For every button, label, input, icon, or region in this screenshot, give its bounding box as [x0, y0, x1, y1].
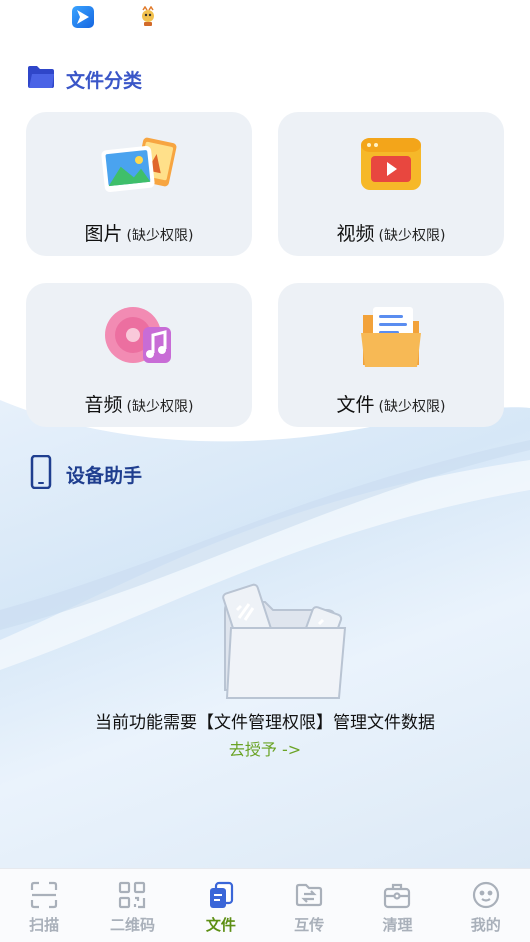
nav-label: 我的: [470, 916, 501, 934]
mascot-app-icon: [137, 5, 159, 28]
nav-item-qrcode[interactable]: 二维码: [88, 869, 176, 942]
nav-label: 互传: [294, 916, 325, 934]
nav-label: 清理: [382, 916, 413, 934]
permission-hint: (缺少权限): [378, 399, 446, 415]
nav-label: 扫描: [29, 916, 60, 934]
video-player-icon: [351, 132, 431, 204]
card-label: 文件: [336, 394, 375, 416]
music-disc-icon: [99, 303, 179, 375]
profile-icon: [472, 881, 500, 909]
card-label: 音频: [84, 394, 123, 416]
blue-app-icon: [72, 6, 94, 28]
qr-code-icon: [118, 881, 146, 909]
document-folder-icon: [351, 303, 431, 375]
nav-item-clean[interactable]: 清理: [353, 869, 441, 942]
nav-item-transfer[interactable]: 互传: [265, 869, 353, 942]
nav-item-files[interactable]: 文件: [177, 869, 265, 942]
card-label: 图片: [84, 223, 123, 245]
bottom-nav: 扫描 二维码 文件 互传 清理 我的: [0, 868, 530, 942]
empty-folder-icon: [215, 580, 350, 709]
grant-permission-link[interactable]: 去授予 ->: [0, 736, 530, 760]
files-icon: [207, 881, 235, 909]
folder-icon: [26, 64, 56, 94]
empty-message: 当前功能需要【文件管理权限】管理文件数据: [95, 713, 435, 733]
transfer-icon: [295, 881, 323, 909]
card-label: 视频: [336, 223, 375, 245]
nav-label: 二维码: [109, 916, 155, 934]
permission-hint: (缺少权限): [126, 228, 194, 244]
section-title: 设备助手: [66, 464, 143, 487]
section-title: 文件分类: [66, 69, 143, 92]
nav-item-scan[interactable]: 扫描: [0, 869, 88, 942]
permission-hint: (缺少权限): [378, 228, 446, 244]
cleaner-icon: [383, 881, 411, 909]
status-bar: [0, 0, 530, 40]
permission-hint: (缺少权限): [126, 399, 194, 415]
nav-item-profile[interactable]: 我的: [442, 869, 530, 942]
category-card-videos[interactable]: 视频 (缺少权限): [278, 112, 504, 256]
nav-label: 文件: [205, 916, 236, 934]
scan-icon: [30, 881, 58, 909]
file-category-header: 文件分类: [26, 64, 142, 94]
category-card-audio[interactable]: 音频 (缺少权限): [26, 283, 252, 427]
device-assistant-header: 设备助手: [26, 454, 143, 493]
photos-icon: [99, 132, 179, 204]
phone-icon: [26, 454, 56, 493]
category-card-documents[interactable]: 文件 (缺少权限): [278, 283, 504, 427]
category-card-images[interactable]: 图片 (缺少权限): [26, 112, 252, 256]
